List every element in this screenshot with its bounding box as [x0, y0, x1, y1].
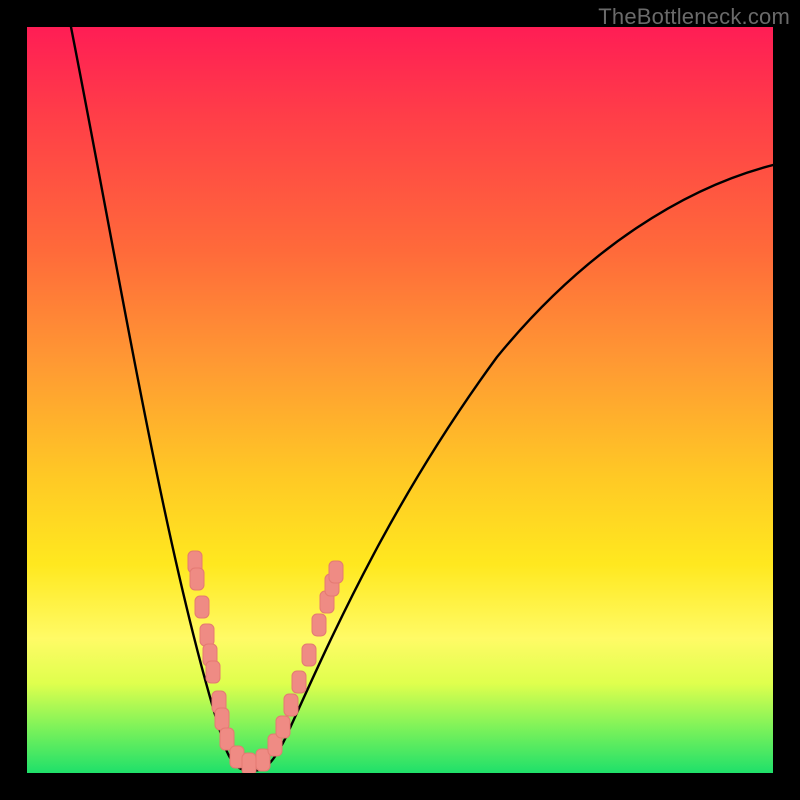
data-marker: [284, 694, 298, 716]
watermark-text: TheBottleneck.com: [598, 4, 790, 30]
chart-svg: [27, 27, 773, 773]
data-marker: [312, 614, 326, 636]
data-marker: [215, 708, 229, 730]
data-marker: [200, 624, 214, 646]
data-marker: [302, 644, 316, 666]
data-marker: [206, 661, 220, 683]
chart-plot-area: [27, 27, 773, 773]
data-marker: [276, 716, 290, 738]
data-marker: [242, 753, 256, 773]
data-marker: [329, 561, 343, 583]
data-marker: [190, 568, 204, 590]
curve-right-branch: [251, 165, 773, 771]
data-marker: [195, 596, 209, 618]
curve-left-branch: [71, 27, 251, 771]
chart-frame: TheBottleneck.com: [0, 0, 800, 800]
data-marker: [292, 671, 306, 693]
